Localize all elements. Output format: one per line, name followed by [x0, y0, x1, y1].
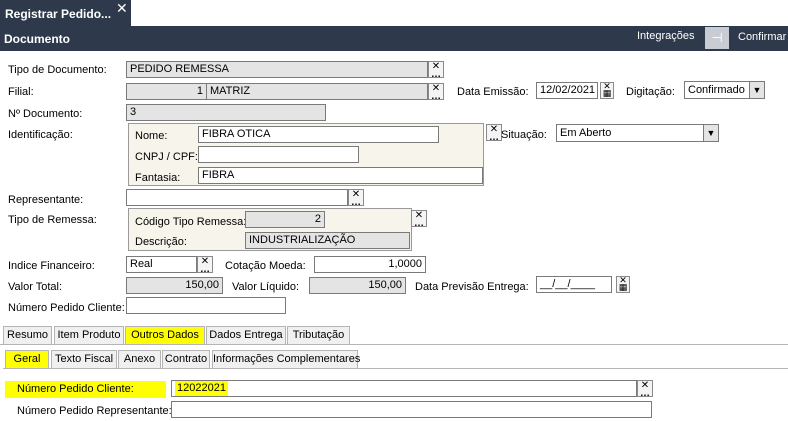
codigo-tipo-remessa-field[interactable]: 2 — [245, 211, 325, 228]
pedido-cliente-lookup-icon[interactable]: ✕… — [637, 380, 653, 397]
filial-name-field: MATRIZ — [206, 83, 428, 100]
digitacao-label: Digitação: — [626, 86, 675, 98]
indice-financeiro-lookup-icon[interactable]: ✕… — [197, 256, 213, 273]
tab-geral[interactable]: Geral — [5, 350, 49, 368]
descricao-label: Descrição: — [135, 236, 187, 248]
confirm-button[interactable]: Confirmar — [738, 31, 786, 43]
tab-contrato[interactable]: Contrato — [162, 350, 210, 368]
tipo-documento-field[interactable]: PEDIDO REMESSA — [126, 61, 428, 78]
close-icon[interactable]: ✕ — [116, 0, 128, 17]
calendar-icon[interactable]: ✕ ▦ — [616, 276, 630, 293]
data-emissao-field[interactable]: 12/02/2021 — [536, 82, 598, 99]
data-previsao-field[interactable]: __/__/____ — [536, 276, 612, 293]
data-emissao-label: Data Emissão: — [457, 86, 529, 98]
tab-dados-entrega[interactable]: Dados Entrega — [206, 326, 286, 344]
chevron-down-icon[interactable]: ▼ — [703, 125, 718, 141]
geral-pedido-cliente-label: Número Pedido Cliente: — [5, 381, 166, 398]
cnpj-field[interactable] — [198, 146, 359, 163]
valor-liquido-field: 150,00 — [309, 277, 406, 294]
filial-lookup-icon[interactable]: ✕… — [428, 83, 444, 100]
data-previsao-label: Data Previsão Entrega: — [415, 281, 529, 293]
indice-financeiro-field[interactable]: Real — [126, 256, 197, 273]
fantasia-field[interactable]: FIBRA — [198, 167, 483, 184]
geral-pedido-cliente-value: 12022021 — [175, 381, 228, 396]
tipo-remessa-lookup-icon[interactable]: ✕… — [411, 210, 427, 227]
digitacao-value: Confirmado — [688, 84, 745, 96]
chevron-down-icon[interactable]: ▼ — [749, 82, 764, 98]
descricao-field: INDUSTRIALIZAÇÃO — [245, 232, 410, 249]
numero-documento-field: 3 — [126, 104, 326, 121]
geral-pedido-representante-field[interactable] — [171, 401, 652, 418]
integrations-button[interactable]: Integrações — [637, 30, 694, 42]
tab-anexo[interactable]: Anexo — [118, 350, 161, 368]
header-bar: Documento Integrações ⊣ Confirmar — [0, 26, 788, 51]
digitacao-select[interactable]: Confirmado ▼ — [684, 81, 765, 99]
representante-lookup-icon[interactable]: ✕… — [348, 189, 364, 206]
main-tabs: Resumo Item Produto Outros Dados Dados E… — [3, 326, 788, 344]
page-title: Documento — [4, 32, 70, 46]
filial-code-field[interactable]: 1 — [126, 83, 207, 100]
valor-liquido-label: Valor Líquido: — [232, 281, 300, 293]
tab-resumo[interactable]: Resumo — [3, 326, 52, 344]
tab-texto-fiscal[interactable]: Texto Fiscal — [51, 350, 117, 368]
fantasia-label: Fantasia: — [135, 172, 181, 184]
identificacao-label: Identificação: — [8, 129, 73, 141]
nome-label: Nome: — [135, 130, 168, 142]
tab-tributacao[interactable]: Tributação — [287, 326, 350, 344]
sub-tabs: Geral Texto Fiscal Anexo Contrato Inform… — [5, 350, 788, 368]
numero-pedido-cliente-field[interactable] — [126, 297, 286, 314]
representante-field[interactable] — [126, 189, 348, 206]
identificacao-lookup-icon[interactable]: ✕… — [486, 124, 502, 141]
geral-pedido-representante-label: Número Pedido Representante: — [17, 405, 172, 417]
tab-informacoes-complementares[interactable]: Informações Complementares — [212, 350, 360, 368]
indice-financeiro-label: Indice Financeiro: — [8, 260, 95, 272]
cotacao-moeda-field[interactable]: 1,0000 — [314, 256, 426, 273]
tipo-remessa-label: Tipo de Remessa: — [8, 214, 97, 226]
tipo-documento-lookup-icon[interactable]: ✕… — [428, 61, 444, 78]
numero-documento-label: Nº Documento: — [8, 108, 83, 120]
geral-pedido-cliente-field[interactable]: 12022021 — [171, 380, 637, 397]
numero-pedido-cliente-label: Número Pedido Cliente: — [8, 302, 125, 314]
pin-icon[interactable]: ⊣ — [705, 27, 729, 49]
calendar-icon[interactable]: ✕ ▦ — [600, 82, 614, 99]
situacao-value: Em Aberto — [560, 127, 612, 139]
nome-field[interactable]: FIBRA OTICA — [198, 126, 439, 143]
situacao-select[interactable]: Em Aberto ▼ — [556, 124, 719, 142]
document-tab-title: Registrar Pedido... — [5, 7, 112, 21]
valor-total-field: 150,00 — [126, 277, 223, 294]
codigo-tipo-remessa-label: Código Tipo Remessa: — [135, 216, 247, 228]
tabs-divider — [0, 344, 788, 345]
tipo-documento-label: Tipo de Documento: — [8, 64, 107, 76]
tab-item-produto[interactable]: Item Produto — [54, 326, 124, 344]
cotacao-moeda-label: Cotação Moeda: — [225, 260, 306, 272]
valor-total-label: Valor Total: — [8, 281, 63, 293]
representante-label: Representante: — [8, 194, 84, 206]
cnpj-label: CNPJ / CPF: — [135, 151, 198, 163]
document-tab[interactable]: Registrar Pedido... ✕ — [0, 0, 131, 26]
situacao-label: Situação: — [501, 129, 547, 141]
subtabs-divider — [3, 368, 788, 369]
tab-outros-dados[interactable]: Outros Dados — [125, 326, 205, 344]
filial-label: Filial: — [8, 86, 34, 98]
